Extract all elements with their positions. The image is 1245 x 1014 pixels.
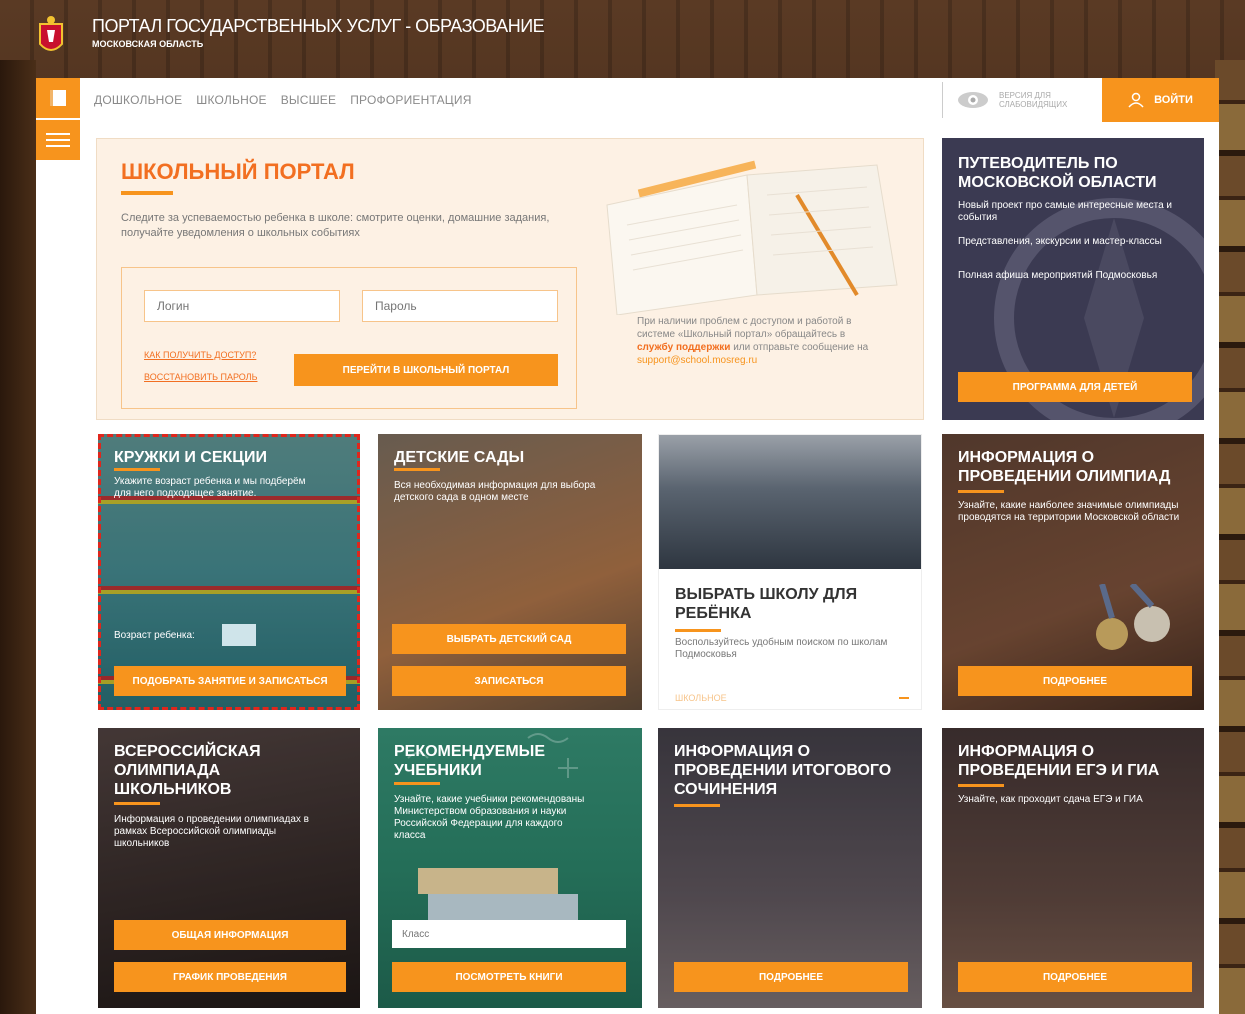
site-title[interactable]: ПОРТАЛ ГОСУДАРСТВЕННЫХ УСЛУГ - ОБРАЗОВАН… [92, 16, 545, 37]
age-input[interactable] [222, 624, 256, 646]
main-nav: ДОШКОЛЬНОЕ ШКОЛЬНОЕ ВЫСШЕЕ ПРОФОРИЕНТАЦИ… [94, 78, 472, 122]
password-input[interactable] [362, 290, 558, 322]
final-essay-tile[interactable]: ИНФОРМАЦИЯ О ПРОВЕДЕНИИ ИТОГОВОГО СОЧИНЕ… [658, 728, 922, 1008]
kids-program-button[interactable]: ПРОГРАММА ДЛЯ ДЕТЕЙ [958, 372, 1192, 402]
guide-item: Новый проект про самые интересные места … [958, 200, 1173, 223]
site-subtitle: МОСКОВСКАЯ ОБЛАСТЬ [92, 39, 204, 49]
guide-item: Представления, экскурсии и мастер-классы [958, 236, 1162, 247]
guide-item: Полная афиша мероприятий Подмосковья [958, 270, 1158, 281]
accessibility-label: ВЕРСИЯ ДЛЯ СЛАБОВИДЯЩИХ [999, 91, 1068, 109]
final-essay-title: ИНФОРМАЦИЯ О ПРОВЕДЕНИИ ИТОГОВОГО СОЧИНЕ… [674, 743, 892, 798]
bookshelf-right [1215, 60, 1245, 1014]
go-to-school-portal-button[interactable]: ПЕРЕЙТИ В ШКОЛЬНЫЙ ПОРТАЛ [294, 354, 558, 386]
book-icon [50, 90, 66, 106]
essay-more-button[interactable]: ПОДРОБНЕЕ [674, 962, 908, 992]
kindergartens-title: ДЕТСКИЕ САДЫ [394, 449, 525, 466]
book-button[interactable] [36, 78, 80, 118]
nav-item-higher[interactable]: ВЫСШЕЕ [281, 93, 337, 107]
olympiads-more-button[interactable]: ПОДРОБНЕЕ [958, 666, 1192, 696]
kindergartens-tile[interactable]: ДЕТСКИЕ САДЫ Вся необходимая информация … [378, 434, 642, 710]
choose-school-description: Воспользуйтесь удобным поиском по школам… [675, 637, 888, 660]
menu-button[interactable] [36, 120, 80, 160]
school-portal-card: ШКОЛЬНЫЙ ПОРТАЛ Следите за успеваемостью… [96, 138, 924, 420]
view-books-button[interactable]: ПОСМОТРЕТЬ КНИГИ [392, 962, 626, 992]
all-russian-olympiad-description: Информация о проведении олимпиадах в рам… [114, 814, 309, 849]
hamburger-icon [46, 133, 70, 147]
all-russian-olympiad-title: ВСЕРОССИЙСКАЯ ОЛИМПИАДА ШКОЛЬНИКОВ [114, 743, 261, 798]
how-to-access-link[interactable]: КАК ПОЛУЧИТЬ ДОСТУП? [144, 350, 256, 360]
guide-title: ПУТЕВОДИТЕЛЬ ПО МОСКОВСКОЙ ОБЛАСТИ [958, 155, 1157, 191]
main-page: ДОШКОЛЬНОЕ ШКОЛЬНОЕ ВЫСШЕЕ ПРОФОРИЕНТАЦИ… [36, 78, 1219, 1014]
coat-of-arms-icon[interactable] [36, 16, 66, 58]
support-text-2: или отправьте сообщение на [733, 342, 869, 353]
olympiads-tile[interactable]: ИНФОРМАЦИЯ О ПРОВЕДЕНИИ ОЛИМПИАД Узнайте… [942, 434, 1204, 710]
textbooks-tile[interactable]: РЕКОМЕНДУЕМЫЕ УЧЕБНИКИ Узнайте, какие уч… [378, 728, 642, 1008]
exams-more-button[interactable]: ПОДРОБНЕЕ [958, 962, 1192, 992]
olympiads-title: ИНФОРМАЦИЯ О ПРОВЕДЕНИИ ОЛИМПИАД [958, 449, 1171, 485]
support-link[interactable]: службу поддержки [637, 342, 730, 353]
login-form: КАК ПОЛУЧИТЬ ДОСТУП? ВОССТАНОВИТЬ ПАРОЛЬ… [121, 267, 577, 409]
support-info: При наличии проблем с доступом и работой… [637, 315, 877, 367]
guide-tile[interactable]: ПУТЕВОДИТЕЛЬ ПО МОСКОВСКОЙ ОБЛАСТИ Новый… [942, 138, 1204, 420]
title-underline [121, 191, 173, 195]
background-left [0, 60, 36, 1014]
exams-description: Узнайте, как проходит сдача ЕГЭ и ГИА [958, 794, 1143, 805]
textbooks-title: РЕКОМЕНДУЕМЫЕ УЧЕБНИКИ [394, 743, 545, 779]
login-label: ВОЙТИ [1154, 94, 1193, 106]
find-club-button[interactable]: ПОДОБРАТЬ ЗАНЯТИЕ И ЗАПИСАТЬСЯ [114, 666, 346, 696]
school-portal-title: ШКОЛЬНЫЙ ПОРТАЛ [121, 159, 355, 184]
age-label: Возраст ребенка: [114, 630, 195, 641]
eye-icon [958, 92, 988, 108]
textbooks-description: Узнайте, какие учебники рекомендованы Ми… [394, 794, 585, 841]
support-email-link[interactable]: support@school.mosreg.ru [637, 355, 757, 366]
user-icon [1128, 92, 1144, 108]
exams-tile[interactable]: ИНФОРМАЦИЯ О ПРОВЕДЕНИИ ЕГЭ И ГИА Узнайт… [942, 728, 1204, 1008]
olympiads-description: Узнайте, какие наиболее значимые олимпиа… [958, 500, 1180, 523]
choose-school-tile[interactable]: ВЫБРАТЬ ШКОЛУ ДЛЯ РЕБЁНКА Воспользуйтесь… [658, 434, 922, 710]
clubs-tile[interactable]: КРУЖКИ И СЕКЦИИ Укажите возраст ребенка … [98, 434, 360, 710]
accessibility-toggle[interactable]: ВЕРСИЯ ДЛЯ СЛАБОВИДЯЩИХ [942, 82, 1089, 118]
enroll-button[interactable]: ЗАПИСАТЬСЯ [392, 666, 626, 696]
choose-kindergarten-button[interactable]: ВЫБРАТЬ ДЕТСКИЙ САД [392, 624, 626, 654]
general-info-button[interactable]: ОБЩАЯ ИНФОРМАЦИЯ [114, 920, 346, 950]
school-children-photo [659, 435, 921, 569]
nav-item-preschool[interactable]: ДОШКОЛЬНОЕ [94, 93, 182, 107]
class-input[interactable] [392, 920, 626, 948]
site-header: ПОРТАЛ ГОСУДАРСТВЕННЫХ УСЛУГ - ОБРАЗОВАН… [36, 10, 636, 62]
medals-icon [1096, 584, 1170, 650]
clubs-description: Укажите возраст ребенка и мы подберём дл… [114, 476, 306, 499]
nav-item-career[interactable]: ПРОФОРИЕНТАЦИЯ [350, 93, 471, 107]
choose-school-title: ВЫБРАТЬ ШКОЛУ ДЛЯ РЕБЁНКА [675, 586, 858, 622]
support-text-1: При наличии проблем с доступом и работой… [637, 316, 852, 340]
category-tag[interactable]: ШКОЛЬНОЕ [675, 693, 727, 703]
exams-title: ИНФОРМАЦИЯ О ПРОВЕДЕНИИ ЕГЭ И ГИА [958, 743, 1160, 779]
dash-icon [899, 697, 909, 699]
restore-password-link[interactable]: ВОССТАНОВИТЬ ПАРОЛЬ [144, 372, 257, 382]
schedule-button[interactable]: ГРАФИК ПРОВЕДЕНИЯ [114, 962, 346, 992]
nav-item-school[interactable]: ШКОЛЬНОЕ [196, 93, 266, 107]
clubs-title: КРУЖКИ И СЕКЦИИ [114, 449, 267, 466]
login-button[interactable]: ВОЙТИ [1102, 78, 1219, 122]
school-portal-description: Следите за успеваемостью ребенка в школе… [121, 212, 550, 239]
notebook-illustration [606, 160, 898, 315]
all-russian-olympiad-tile[interactable]: ВСЕРОССИЙСКАЯ ОЛИМПИАДА ШКОЛЬНИКОВ Инфор… [98, 728, 360, 1008]
login-input[interactable] [144, 290, 340, 322]
side-toolbar [36, 78, 80, 160]
kindergartens-description: Вся необходимая информация для выбора де… [394, 480, 596, 503]
